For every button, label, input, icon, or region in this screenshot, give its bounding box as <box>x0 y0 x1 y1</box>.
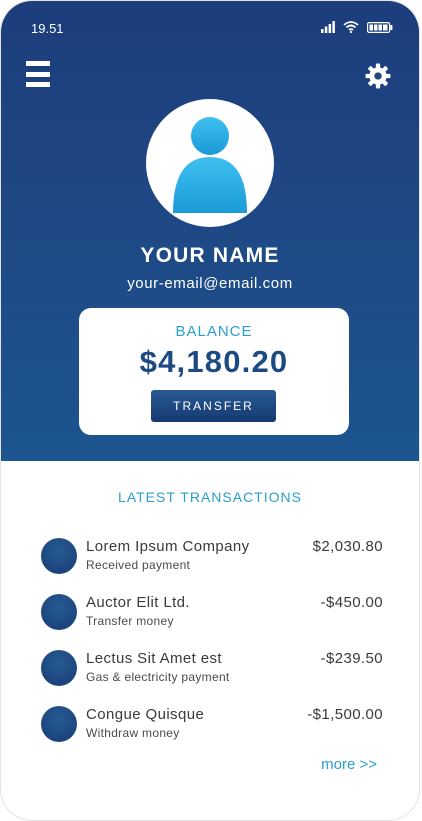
transactions-title: LATEST TRANSACTIONS <box>118 489 302 505</box>
signal-icon <box>321 21 335 33</box>
transaction-name: Auctor Elit Ltd. <box>86 594 190 611</box>
transaction-icon <box>41 706 77 742</box>
transaction-name: Lectus Sit Amet est <box>86 650 222 667</box>
transaction-description: Withdraw money <box>86 726 180 740</box>
user-avatar-icon <box>173 117 247 213</box>
transaction-description: Received payment <box>86 558 191 572</box>
transaction-amount: -$450.00 <box>320 594 383 611</box>
transaction-row[interactable]: Congue Quisque Withdraw money -$1,500.00 <box>39 706 385 746</box>
transaction-amount: -$239.50 <box>320 650 383 667</box>
profile-header: 19.51 YOUR NAME your-email@email.com BAL… <box>1 1 419 461</box>
gear-icon[interactable] <box>365 63 391 89</box>
transaction-name: Congue Quisque <box>86 706 205 723</box>
transaction-description: Gas & electricity payment <box>86 670 230 684</box>
transaction-amount: -$1,500.00 <box>307 706 383 723</box>
wifi-icon <box>343 21 359 33</box>
transaction-row[interactable]: Auctor Elit Ltd. Transfer money -$450.00 <box>39 594 385 634</box>
transaction-row[interactable]: Lectus Sit Amet est Gas & electricity pa… <box>39 650 385 690</box>
status-icons <box>321 21 393 33</box>
balance-label: BALANCE <box>175 323 253 340</box>
transaction-description: Transfer money <box>86 614 174 628</box>
profile-name: YOUR NAME <box>140 244 280 267</box>
profile-email: your-email@email.com <box>127 275 293 292</box>
menu-bar <box>26 71 50 77</box>
transaction-amount: $2,030.80 <box>312 538 383 555</box>
transaction-row[interactable]: Lorem Ipsum Company Received payment $2,… <box>39 538 385 578</box>
phone-frame: 19.51 YOUR NAME your-email@email.com BAL… <box>0 0 420 821</box>
status-time: 19.51 <box>31 21 64 36</box>
battery-icon <box>367 21 393 33</box>
transaction-icon <box>41 594 77 630</box>
balance-card: BALANCE $4,180.20 TRANSFER <box>79 308 349 435</box>
more-link[interactable]: more >> <box>321 756 377 773</box>
transaction-name: Lorem Ipsum Company <box>86 538 250 555</box>
menu-bar <box>26 82 50 87</box>
avatar[interactable] <box>146 99 274 227</box>
transaction-icon <box>41 538 77 574</box>
transaction-icon <box>41 650 77 686</box>
menu-bar <box>26 61 50 66</box>
hamburger-menu-icon[interactable] <box>26 61 50 87</box>
transfer-button[interactable]: TRANSFER <box>151 390 276 422</box>
balance-amount: $4,180.20 <box>139 344 289 379</box>
